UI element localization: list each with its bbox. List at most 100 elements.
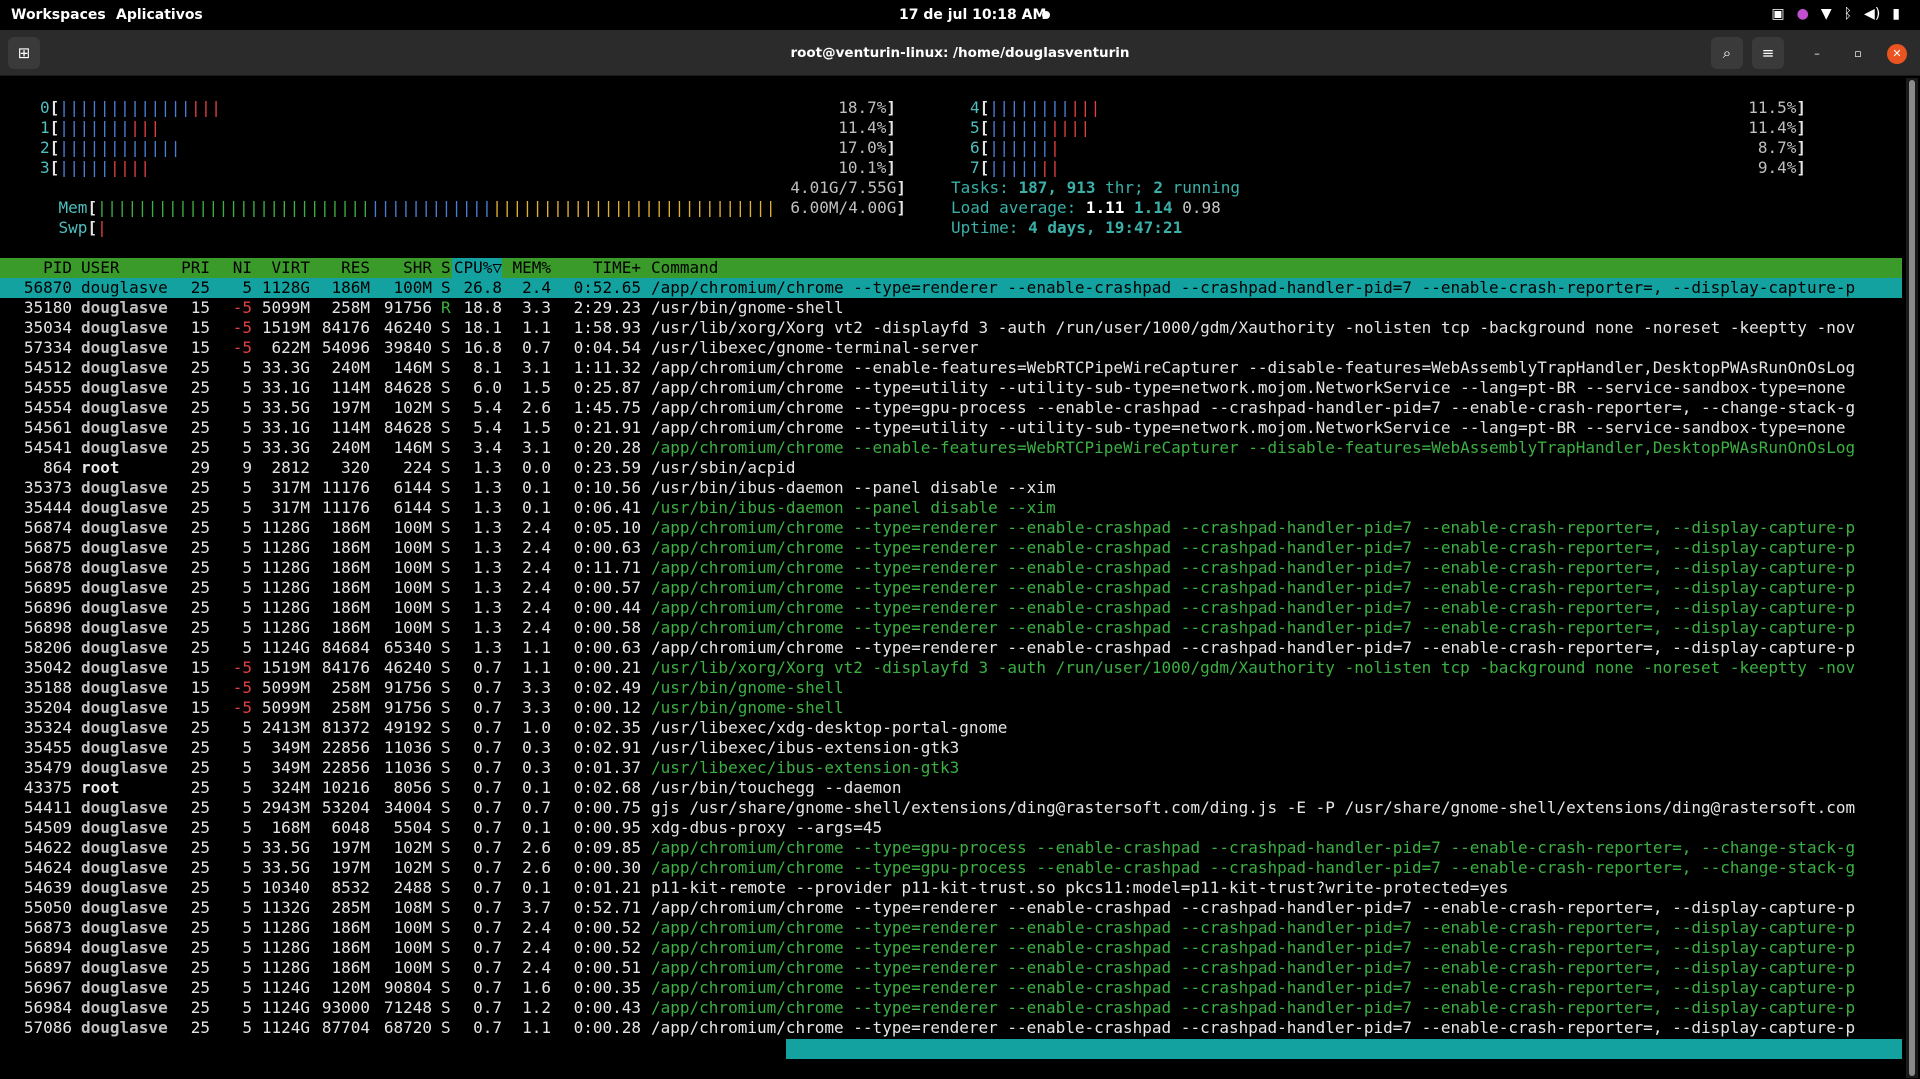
col-state[interactable]: S [441,258,451,278]
col-user[interactable]: USER [81,258,120,278]
cell-cpu: 1.3 [473,578,502,597]
table-row[interactable]: 35188 douglasve 15 -5 5099M 258M 91756 S 0.7 3.3 0… [0,678,1902,698]
cell-pid: 57334 [23,338,72,357]
cell-user: douglasve [81,298,168,317]
window-title: root@venturin-linux: /home/douglasventur… [790,45,1130,61]
table-row[interactable]: 35444 douglasve 25 5 317M 11176 6144 S 1.3 0.1 0:0… [0,498,1902,518]
table-row[interactable]: 54411 douglasve 25 5 2943M 53204 34004 S 0.7 0.7 0… [0,798,1902,818]
cell-shr: 100M [393,578,432,597]
cell-pri: 25 [190,398,210,417]
table-row[interactable]: 55050 douglasve 25 5 1132G 285M 108M S 0.7 3.7 0:5… [0,898,1902,918]
cell-user: douglasve [81,998,168,1017]
table-row[interactable]: 56894 douglasve 25 5 1128G 186M 100M S 0.7 2.4 0:0… [0,938,1902,958]
menu-button[interactable]: ≡ [1752,37,1784,69]
system-tray[interactable]: ▣ ● ▼ ᛒ ◀) ▮ [1771,6,1900,22]
table-row[interactable]: 35455 douglasve 25 5 349M 22856 11036 S 0.7 0.3 0:… [0,738,1902,758]
cell-res: 186M [331,518,370,537]
table-row[interactable]: 864 root 29 9 2812 320 224 S 1.3 0.0 0:23.59/usr/s… [0,458,1902,478]
maximize-button[interactable]: ▫ [1848,44,1868,64]
cell-pri: 25 [190,838,210,857]
table-row[interactable]: 56984 douglasve 25 5 1124G 93000 71248 S 0.7 1.2 0… [0,998,1902,1018]
col-time[interactable]: TIME+ [562,258,641,278]
table-row[interactable]: 35324 douglasve 25 5 2413M 81372 49192 S 0.7 1.0 0… [0,718,1902,738]
table-row[interactable]: 35373 douglasve 25 5 317M 11176 6144 S 1.3 0.1 0:1… [0,478,1902,498]
cell-cpu: 0.7 [473,958,502,977]
table-row[interactable]: 35479 douglasve 25 5 349M 22856 11036 S 0.7 0.3 0:… [0,758,1902,778]
table-row[interactable]: 56878 douglasve 25 5 1128G 186M 100M S 1.3 2.4 0:1… [0,558,1902,578]
table-row[interactable]: 56898 douglasve 25 5 1128G 186M 100M S 1.3 2.4 0:0… [0,618,1902,638]
cell-cpu: 18.1 [463,318,502,337]
table-row[interactable]: 56870 douglasve 25 5 1128G 186M 100M S 26.8 2.4 0:… [0,278,1902,298]
table-row[interactable]: 54541 douglasve 25 5 33.3G 240M 146M S 3.4 3.1 0:2… [0,438,1902,458]
cell-res: 84176 [321,658,370,677]
table-row[interactable]: 54624 douglasve 25 5 33.5G 197M 102M S 0.7 2.6 0:0… [0,858,1902,878]
cell-st: S [441,738,451,757]
table-row[interactable]: 35204 douglasve 15 -5 5099M 258M 91756 S 0.7 3.3 0… [0,698,1902,718]
col-res[interactable]: RES [314,258,370,278]
col-command[interactable]: Command [651,258,718,278]
workspaces-button[interactable]: Workspaces [11,7,106,23]
table-row[interactable]: 35180 douglasve 15 -5 5099M 258M 91756 R 18.8 3.3… [0,298,1902,318]
minimize-button[interactable]: – [1807,44,1827,64]
battery-icon[interactable]: ▮ [1892,6,1900,22]
clock[interactable]: 17 de jul 10:18 AM [899,7,1046,23]
col-ni[interactable]: NI [218,258,252,278]
table-row[interactable]: 54639 douglasve 25 5 10340 8532 2488 S 0.7 0.1 0:0… [0,878,1902,898]
table-row[interactable]: 58206 douglasve 25 5 1124G 84684 65340 S 1.3 1.1 0… [0,638,1902,658]
cell-time: 0:02.91 [573,738,641,757]
table-row[interactable]: 56873 douglasve 25 5 1128G 186M 100M S 0.7 2.4 0:0… [0,918,1902,938]
table-row[interactable]: 54555 douglasve 25 5 33.1G 114M 84628 S 6.0 1.5 0:… [0,378,1902,398]
cell-cpu: 26.8 [463,278,502,297]
table-row[interactable]: 56897 douglasve 25 5 1128G 186M 100M S 0.7 2.4 0:0… [0,958,1902,978]
search-button[interactable]: ⌕ [1711,37,1743,69]
screen-icon[interactable]: ▣ [1771,6,1784,22]
col-shr[interactable]: SHR [374,258,432,278]
close-button[interactable]: ✕ [1887,44,1907,64]
table-row[interactable]: 54509 douglasve 25 5 168M 6048 5504 S 0.7 0.1 0:00… [0,818,1902,838]
cell-pri: 25 [190,618,210,637]
cell-res: 84176 [321,318,370,337]
table-row[interactable]: 54622 douglasve 25 5 33.5G 197M 102M S 0.7 2.6 0:0… [0,838,1902,858]
bluetooth-icon[interactable]: ᛒ [1844,6,1852,22]
table-row[interactable]: 43375 root 25 5 324M 10216 8056 S 0.7 0.1 0:02.68 /… [0,778,1902,798]
table-row[interactable]: 54561 douglasve 25 5 33.1G 114M 84628 S 5.4 1.5 0:… [0,418,1902,438]
cell-time: 2:29.23 [573,298,641,317]
cell-cpu: 0.7 [473,738,502,757]
table-row[interactable]: 35042 douglasve 15 -5 1519M 84176 46240 S 0.7 1.1… [0,658,1902,678]
wifi-icon[interactable]: ▼ [1821,6,1832,22]
table-row[interactable]: 56874 douglasve 25 5 1128G 186M 100M S 1.3 2.4 0:0… [0,518,1902,538]
cell-shr: 11036 [383,758,432,777]
col-cpu[interactable]: CPU%▽ [452,258,502,278]
cell-ni: 5 [242,478,252,497]
process-list[interactable]: 56870 douglasve 25 5 1128G 186M 100M S 26.8 2.4 0:… [0,278,1902,1038]
table-row[interactable]: 57086 douglasve 25 5 1124G 87704 68720 S 0.7 1.1 0… [0,1018,1902,1038]
table-row[interactable]: 56875 douglasve 25 5 1128G 186M 100M S 1.3 2.4 0:0… [0,538,1902,558]
cell-user: douglasve [81,558,168,577]
app-icon[interactable]: ● [1797,6,1809,22]
volume-icon[interactable]: ◀) [1864,6,1880,22]
cell-mem: 3.1 [522,438,551,457]
table-row[interactable]: 54512 douglasve 25 5 33.3G 240M 146M S 8.1 3.1 1:1… [0,358,1902,378]
cell-mem: 2.4 [522,618,551,637]
scrollbar[interactable] [1906,78,1918,1078]
col-mem[interactable]: MEM% [505,258,551,278]
table-row[interactable]: 54554 douglasve 25 5 33.5G 197M 102M S 5.4 2.6 1:4… [0,398,1902,418]
cpu-meter-value: 9.4% [1757,158,1797,177]
col-virt[interactable]: VIRT [252,258,310,278]
table-row[interactable]: 56895 douglasve 25 5 1128G 186M 100M S 1.3 2.4 0:0… [0,578,1902,598]
cell-st: S [441,418,451,437]
scrollbar-thumb[interactable] [1909,80,1915,1076]
cell-ni: 5 [242,518,252,537]
cell-mem: 0.1 [522,478,551,497]
col-pri[interactable]: PRI [168,258,210,278]
table-row[interactable]: 56967 douglasve 25 5 1124G 120M 90804 S 0.7 1.6 0:… [0,978,1902,998]
col-pid[interactable]: PID [0,258,72,278]
table-row[interactable]: 57334 douglasve 15 -5 622M 54096 39840 S 16.8 0.7… [0,338,1902,358]
cell-pid: 54512 [23,358,72,377]
applications-button[interactable]: Aplicativos [116,7,203,23]
cell-res: 258M [331,298,370,317]
table-row[interactable]: 56896 douglasve 25 5 1128G 186M 100M S 1.3 2.4 0:0… [0,598,1902,618]
cell-res: 114M [331,378,370,397]
table-row[interactable]: 35034 douglasve 15 -5 1519M 84176 46240 S 18.1 1.… [0,318,1902,338]
cell-st: S [441,818,451,837]
